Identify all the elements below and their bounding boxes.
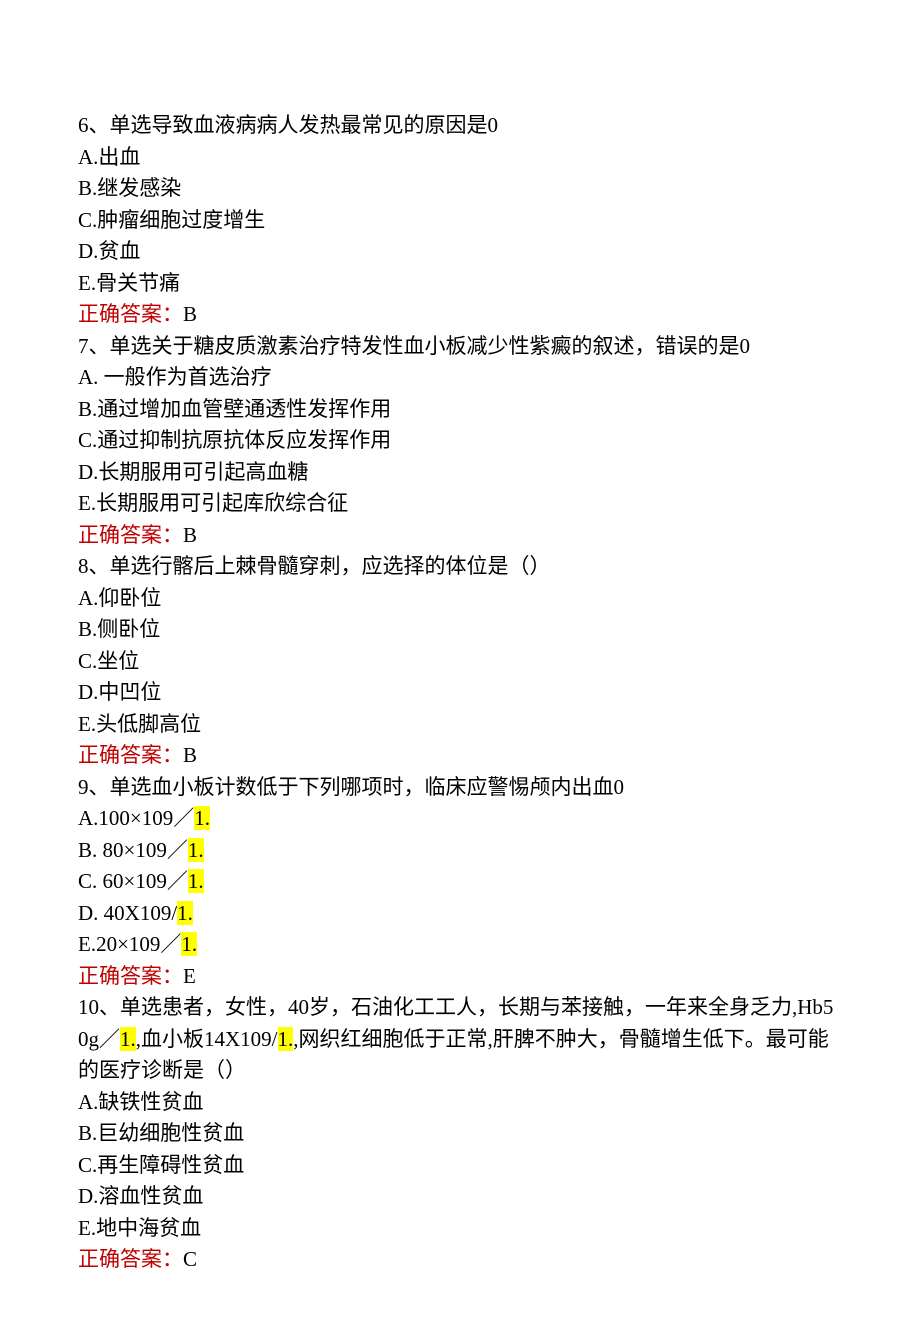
answer-line: 正确答案：C xyxy=(78,1244,842,1276)
option-text: D. 40X109/ xyxy=(78,901,177,925)
option-d: D.长期服用可引起高血糖 xyxy=(78,457,842,489)
highlight: 1. xyxy=(188,869,204,893)
option-a: A.缺铁性贫血 xyxy=(78,1087,842,1119)
answer-label: 正确答案： xyxy=(78,523,183,547)
option-e: E.长期服用可引起库欣综合征 xyxy=(78,488,842,520)
option-text: B. 80×109／ xyxy=(78,838,188,862)
option-c: C.坐位 xyxy=(78,646,842,678)
question-stem: 10、单选患者，女性，40岁，石油化工工人，长期与苯接触，一年来全身乏力,Hb5… xyxy=(78,992,842,1087)
option-a: A. 一般作为首选治疗 xyxy=(78,362,842,394)
answer-line: 正确答案：B xyxy=(78,299,842,331)
document-page: 6、单选导致血液病病人发热最常见的原因是0 A.出血 B.继发感染 C.肿瘤细胞… xyxy=(0,0,920,1336)
question-stem: 7、单选关于糖皮质激素治疗特发性血小板减少性紫癜的叙述，错误的是0 xyxy=(78,331,842,363)
answer-label: 正确答案： xyxy=(78,302,183,326)
highlight: 1. xyxy=(177,901,193,925)
question-stem: 8、单选行髂后上棘骨髓穿刺，应选择的体位是（） xyxy=(78,551,842,583)
option-d: D.中凹位 xyxy=(78,677,842,709)
option-c: C.肿瘤细胞过度增生 xyxy=(78,205,842,237)
option-a: A.仰卧位 xyxy=(78,583,842,615)
answer-label: 正确答案： xyxy=(78,964,183,988)
option-d: D.贫血 xyxy=(78,236,842,268)
highlight: 1. xyxy=(194,806,210,830)
option-text: E.20×109／ xyxy=(78,932,181,956)
option-b: B. 80×109／1. xyxy=(78,835,842,867)
option-c: C.再生障碍性贫血 xyxy=(78,1150,842,1182)
answer-line: 正确答案：B xyxy=(78,740,842,772)
option-a: A.出血 xyxy=(78,142,842,174)
question-stem: 9、单选血小板计数低于下列哪项时，临床应警惕颅内出血0 xyxy=(78,772,842,804)
option-d: D. 40X109/1. xyxy=(78,898,842,930)
option-b: B.侧卧位 xyxy=(78,614,842,646)
answer-line: 正确答案：B xyxy=(78,520,842,552)
option-c: C.通过抑制抗原抗体反应发挥作用 xyxy=(78,425,842,457)
answer-label: 正确答案： xyxy=(78,743,183,767)
option-text: A.100×109／ xyxy=(78,806,194,830)
option-e: E.骨关节痛 xyxy=(78,268,842,300)
highlight: 1. xyxy=(181,932,197,956)
option-b: B.继发感染 xyxy=(78,173,842,205)
answer-value: C xyxy=(183,1247,197,1271)
highlight: 1. xyxy=(188,838,204,862)
highlight: 1. xyxy=(120,1027,136,1051)
option-text: C. 60×109／ xyxy=(78,869,188,893)
option-d: D.溶血性贫血 xyxy=(78,1181,842,1213)
answer-line: 正确答案：E xyxy=(78,961,842,993)
option-e: E.头低脚高位 xyxy=(78,709,842,741)
question-stem: 6、单选导致血液病病人发热最常见的原因是0 xyxy=(78,110,842,142)
option-a: A.100×109／1. xyxy=(78,803,842,835)
option-e: E.20×109／1. xyxy=(78,929,842,961)
answer-value: B xyxy=(183,523,197,547)
option-e: E.地中海贫血 xyxy=(78,1213,842,1245)
stem-text: ,血小板14X109/ xyxy=(136,1027,278,1051)
option-c: C. 60×109／1. xyxy=(78,866,842,898)
answer-value: E xyxy=(183,964,196,988)
highlight: 1. xyxy=(278,1027,294,1051)
answer-label: 正确答案： xyxy=(78,1247,183,1271)
option-b: B.通过增加血管壁通透性发挥作用 xyxy=(78,394,842,426)
answer-value: B xyxy=(183,302,197,326)
answer-value: B xyxy=(183,743,197,767)
option-b: B.巨幼细胞性贫血 xyxy=(78,1118,842,1150)
